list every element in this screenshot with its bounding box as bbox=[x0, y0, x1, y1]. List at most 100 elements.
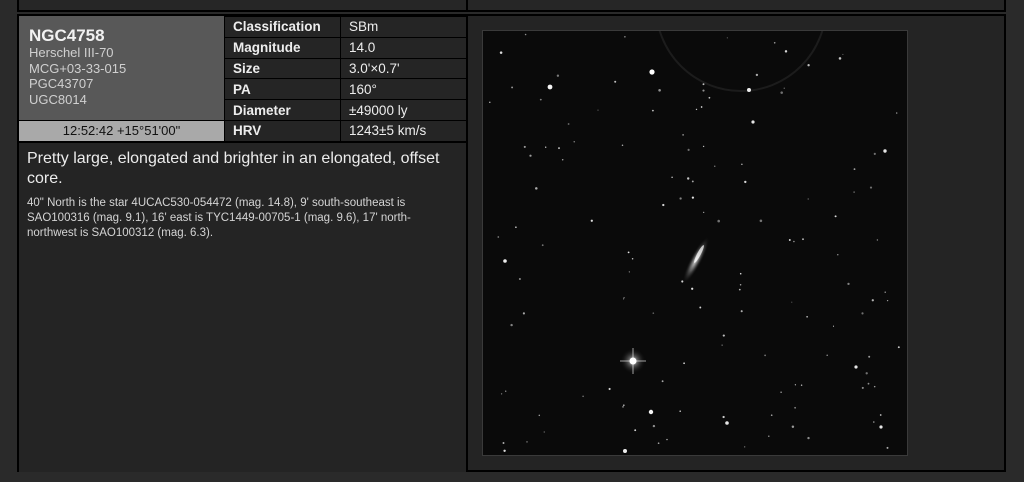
faint-star bbox=[699, 306, 702, 309]
faint-star bbox=[628, 271, 630, 273]
faint-star bbox=[526, 441, 528, 443]
faint-star bbox=[784, 50, 788, 53]
star bbox=[854, 365, 858, 369]
faint-star bbox=[622, 406, 624, 408]
star bbox=[747, 88, 751, 92]
object-info-panel: NGC4758 Herschel III-70 MCG+03-33-015 PG… bbox=[17, 14, 468, 472]
faint-star bbox=[662, 203, 665, 207]
faint-star bbox=[558, 147, 560, 150]
faint-star bbox=[590, 219, 593, 222]
property-value: 1243±5 km/s bbox=[340, 119, 468, 142]
faint-star bbox=[876, 239, 879, 241]
faint-star bbox=[703, 211, 705, 214]
faint-star bbox=[861, 312, 864, 315]
faint-star bbox=[518, 277, 521, 281]
faint-star bbox=[807, 64, 810, 67]
faint-star bbox=[780, 91, 783, 94]
faint-stars bbox=[489, 33, 900, 452]
faint-star bbox=[622, 404, 625, 407]
faint-star bbox=[884, 291, 886, 293]
faint-star bbox=[741, 163, 743, 165]
faint-star bbox=[847, 282, 850, 286]
faint-star bbox=[679, 410, 681, 412]
faint-star bbox=[671, 176, 673, 178]
faint-star bbox=[535, 187, 538, 190]
faint-star bbox=[800, 384, 803, 386]
description-detail: 40" North is the star 4UCAC530-054472 (m… bbox=[27, 197, 411, 239]
faint-star bbox=[621, 144, 624, 146]
faint-star bbox=[780, 391, 782, 394]
faint-star bbox=[755, 73, 759, 77]
faint-star bbox=[717, 219, 720, 223]
faint-star bbox=[651, 109, 654, 112]
faint-star bbox=[838, 57, 842, 60]
sky-image bbox=[482, 30, 908, 456]
property-label: HRV bbox=[224, 119, 341, 142]
faint-star bbox=[702, 83, 705, 86]
property-value: SBm bbox=[340, 16, 468, 38]
faint-star bbox=[510, 323, 513, 327]
faint-star bbox=[770, 414, 773, 417]
faint-star bbox=[869, 186, 873, 189]
top-strip-right bbox=[466, 0, 1006, 12]
faint-star bbox=[788, 239, 791, 241]
faint-star bbox=[806, 315, 808, 318]
faint-star bbox=[502, 442, 505, 444]
star bbox=[547, 84, 553, 90]
faint-star bbox=[573, 141, 575, 143]
faint-star bbox=[832, 325, 835, 327]
faint-star bbox=[597, 109, 599, 111]
faint-star bbox=[764, 354, 766, 357]
property-row: PA 160° bbox=[224, 78, 468, 101]
faint-star bbox=[661, 380, 664, 383]
faint-star bbox=[739, 283, 742, 286]
property-value: ±49000 ly bbox=[340, 99, 468, 121]
object-name: NGC4758 bbox=[29, 26, 105, 45]
faint-star bbox=[702, 145, 705, 148]
faint-star bbox=[541, 244, 544, 247]
faint-star bbox=[791, 425, 795, 429]
description-summary: Pretty large, elongated and brighter in … bbox=[27, 150, 440, 187]
faint-star bbox=[740, 310, 743, 313]
faint-star bbox=[873, 385, 876, 388]
property-row: HRV 1243±5 km/s bbox=[224, 119, 468, 142]
faint-star bbox=[582, 395, 584, 398]
star bbox=[751, 120, 755, 124]
alias-herschel: Herschel III-70 bbox=[29, 45, 114, 60]
faint-star bbox=[853, 168, 856, 171]
faint-star bbox=[739, 272, 742, 275]
properties-table: Classification SBm Magnitude 14.0 Size 3… bbox=[224, 16, 468, 142]
faint-star bbox=[886, 299, 889, 302]
faint-star bbox=[538, 414, 541, 417]
description-box: Pretty large, elongated and brighter in … bbox=[19, 141, 468, 472]
property-label: Size bbox=[224, 57, 341, 80]
star bbox=[725, 421, 729, 425]
faint-star bbox=[744, 180, 747, 184]
faint-star bbox=[522, 312, 525, 315]
property-label: Magnitude bbox=[224, 36, 341, 59]
faint-star bbox=[865, 372, 868, 375]
faint-star bbox=[897, 346, 900, 349]
faint-star bbox=[802, 238, 804, 241]
faint-star bbox=[807, 436, 810, 440]
faint-star bbox=[658, 89, 661, 92]
reflection-ring bbox=[658, 31, 824, 92]
star-field bbox=[489, 31, 900, 453]
faint-star bbox=[511, 86, 514, 89]
faint-star bbox=[783, 87, 785, 89]
star bbox=[648, 409, 654, 415]
faint-star bbox=[634, 429, 637, 432]
faint-star bbox=[793, 240, 795, 243]
faint-star bbox=[744, 446, 746, 448]
faint-star bbox=[867, 382, 870, 385]
faint-star bbox=[853, 191, 855, 193]
faint-star bbox=[624, 35, 626, 38]
star bbox=[883, 149, 887, 153]
faint-star bbox=[683, 362, 685, 365]
faint-star bbox=[652, 424, 656, 428]
faint-star bbox=[702, 89, 705, 92]
faint-star bbox=[497, 236, 500, 238]
faint-star bbox=[608, 387, 611, 391]
faint-star bbox=[682, 134, 684, 136]
property-row: Magnitude 14.0 bbox=[224, 36, 468, 59]
